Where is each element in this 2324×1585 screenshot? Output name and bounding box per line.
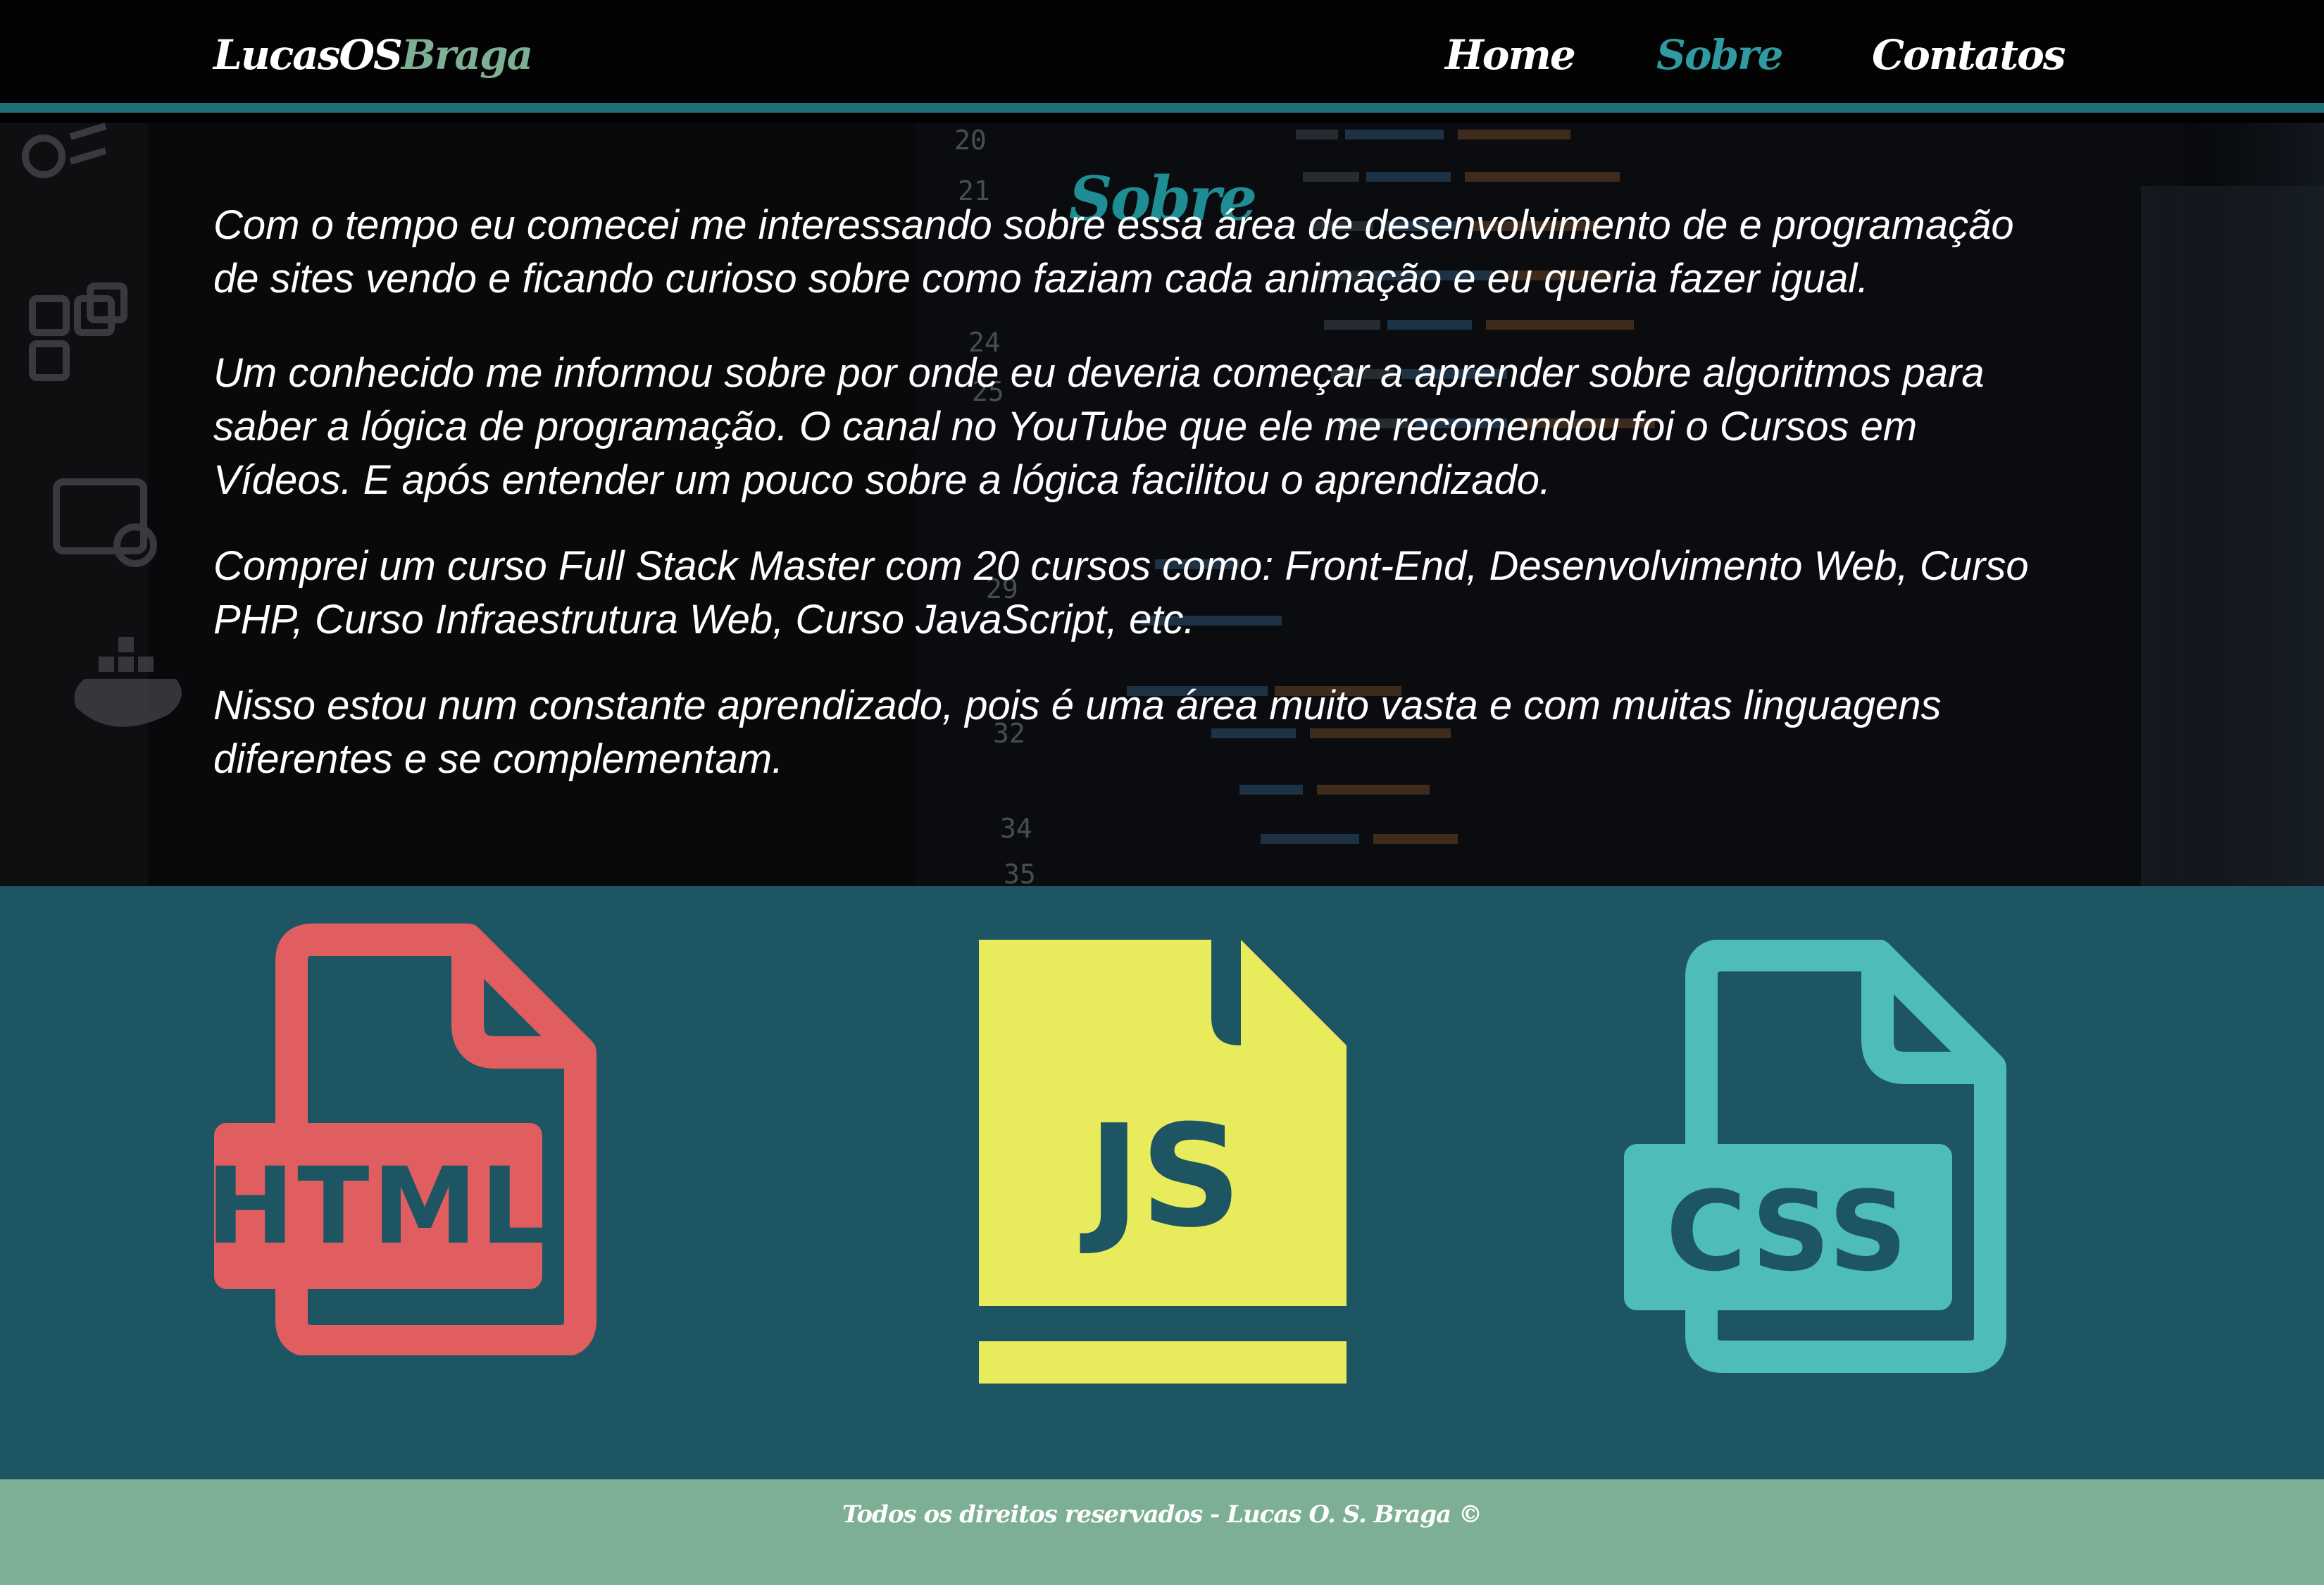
site-footer: Todos os direitos reservados - Lucas O. … <box>0 1479 2324 1585</box>
about-section: 20 21 24 25 29 32 34 35 Sobre Com o temp… <box>0 123 2324 886</box>
nav-contatos[interactable]: Contatos <box>1872 31 2066 79</box>
logo-main-text: LucasOS <box>213 31 403 79</box>
css-label: CSS <box>1666 1167 1910 1295</box>
nav-home[interactable]: Home <box>1445 31 1576 79</box>
html-file-icon: HTML <box>214 924 596 1355</box>
site-header: LucasOSBraga Home Sobre Contatos <box>0 0 2324 113</box>
about-paragraph: Um conhecido me informou sobre por onde … <box>213 350 1985 503</box>
js-label: JS <box>1080 1095 1242 1259</box>
footer-copyright: Todos os direitos reservados - Lucas O. … <box>842 1500 1482 1529</box>
about-paragraph: Nisso estou num constante aprendizado, p… <box>213 683 1942 782</box>
html-label: HTML <box>214 1145 550 1268</box>
about-text: Com o tempo eu comecei me interessando s… <box>213 199 2044 786</box>
about-paragraph: Com o tempo eu comecei me interessando s… <box>213 202 2014 302</box>
js-file-icon: JS <box>979 940 1347 1384</box>
site-logo[interactable]: LucasOSBraga <box>213 31 533 79</box>
nav-sobre[interactable]: Sobre <box>1656 31 1784 79</box>
technologies-section: HTML JS CSS <box>0 886 2324 1479</box>
logo-accent-text: Braga <box>401 31 533 79</box>
about-paragraph: Comprei um curso Full Stack Master com 2… <box>213 543 2029 642</box>
css-file-icon: CSS <box>1624 940 2006 1373</box>
